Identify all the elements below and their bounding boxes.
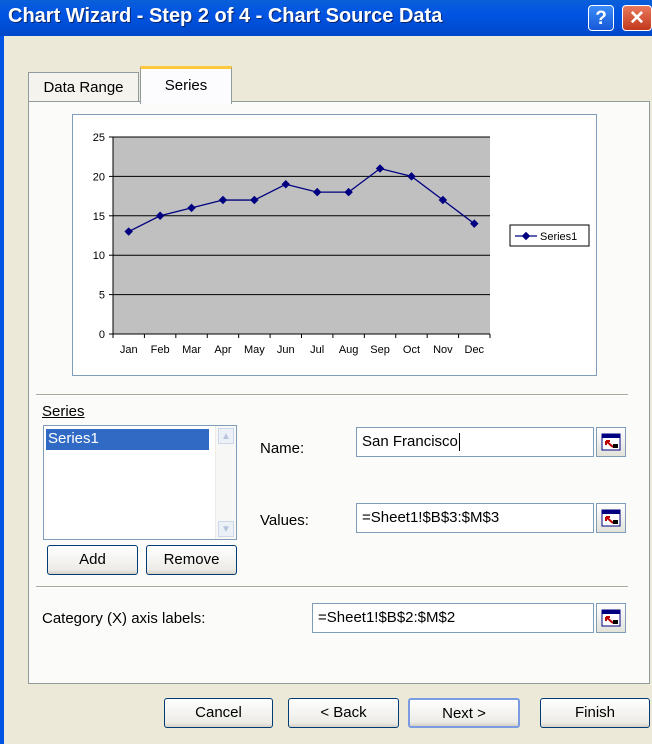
list-scrollbar[interactable]: ▲ ▼: [215, 426, 236, 539]
x-tick-label: Aug: [339, 344, 359, 356]
legend-label: Series1: [540, 231, 577, 243]
collapse-dialog-icon: [601, 433, 621, 451]
category-ref-button[interactable]: [596, 603, 626, 633]
x-tick-label: May: [244, 344, 265, 356]
tab-data-range[interactable]: Data Range: [28, 72, 139, 102]
plot-area: [113, 137, 490, 334]
x-tick-label: Nov: [433, 344, 453, 356]
x-tick-label: Jul: [310, 344, 324, 356]
category-label: Category (X) axis labels:: [42, 610, 206, 627]
tab-series[interactable]: Series: [140, 66, 232, 104]
x-tick-label: Jan: [120, 344, 138, 356]
scroll-down-arrow[interactable]: ▼: [218, 521, 234, 537]
series-list-item[interactable]: Series1: [46, 429, 209, 450]
x-tick-label: Feb: [151, 344, 170, 356]
next-button[interactable]: Next >: [408, 698, 520, 728]
series-listbox[interactable]: Series1 ▲ ▼: [43, 425, 237, 540]
values-label: Values:: [260, 512, 309, 529]
help-button[interactable]: ?: [588, 5, 614, 31]
name-ref-button[interactable]: [596, 427, 626, 457]
window-title: Chart Wizard - Step 2 of 4 - Chart Sourc…: [8, 5, 443, 27]
values-field[interactable]: =Sheet1!$B$3:$M$3: [356, 503, 594, 533]
y-tick-label: 25: [93, 132, 105, 144]
x-tick-label: Apr: [214, 344, 231, 356]
x-tick-label: Oct: [403, 344, 420, 356]
x-tick-label: Sep: [370, 344, 390, 356]
chart-svg: 0 5 10 15 20 25 Jan Feb Mar Apr May Jun Jul Aug Sep Oc…: [93, 132, 590, 356]
x-tick-label: Mar: [182, 344, 201, 356]
back-button[interactable]: < Back: [288, 698, 399, 728]
name-field[interactable]: San Francisco: [356, 427, 594, 457]
collapse-dialog-icon: [601, 609, 621, 627]
chart-preview: 0 5 10 15 20 25 Jan Feb Mar Apr May Jun Jul Aug Sep Oc…: [72, 114, 597, 376]
y-tick-label: 0: [99, 329, 105, 341]
category-field[interactable]: =Sheet1!$B$2:$M$2: [312, 603, 594, 633]
y-tick-label: 20: [93, 171, 105, 183]
x-tick-label: Jun: [277, 344, 295, 356]
finish-button[interactable]: Finish: [540, 698, 650, 728]
y-tick-label: 5: [99, 290, 105, 302]
text-caret: [458, 433, 460, 452]
series-label-text: Series: [42, 403, 85, 420]
scroll-up-arrow[interactable]: ▲: [218, 428, 234, 444]
x-tick-label: Dec: [465, 344, 485, 356]
values-ref-button[interactable]: [596, 503, 626, 533]
add-button[interactable]: Add: [47, 545, 138, 575]
name-field-value: San Francisco: [362, 433, 458, 450]
collapse-dialog-icon: [601, 509, 621, 527]
separator-top: [36, 394, 628, 396]
title-bar: Chart Wizard - Step 2 of 4 - Chart Sourc…: [0, 0, 652, 36]
cancel-button[interactable]: Cancel: [164, 698, 273, 728]
name-label: Name:: [260, 440, 305, 457]
close-button[interactable]: ✕: [622, 5, 652, 31]
series-section-label: Series: [42, 403, 85, 420]
y-tick-label: 15: [93, 211, 105, 223]
separator-bottom: [36, 586, 628, 588]
window-border-left: [0, 36, 4, 744]
remove-button[interactable]: Remove: [146, 545, 237, 575]
y-tick-label: 10: [93, 250, 105, 262]
legend: Series1: [509, 224, 590, 247]
